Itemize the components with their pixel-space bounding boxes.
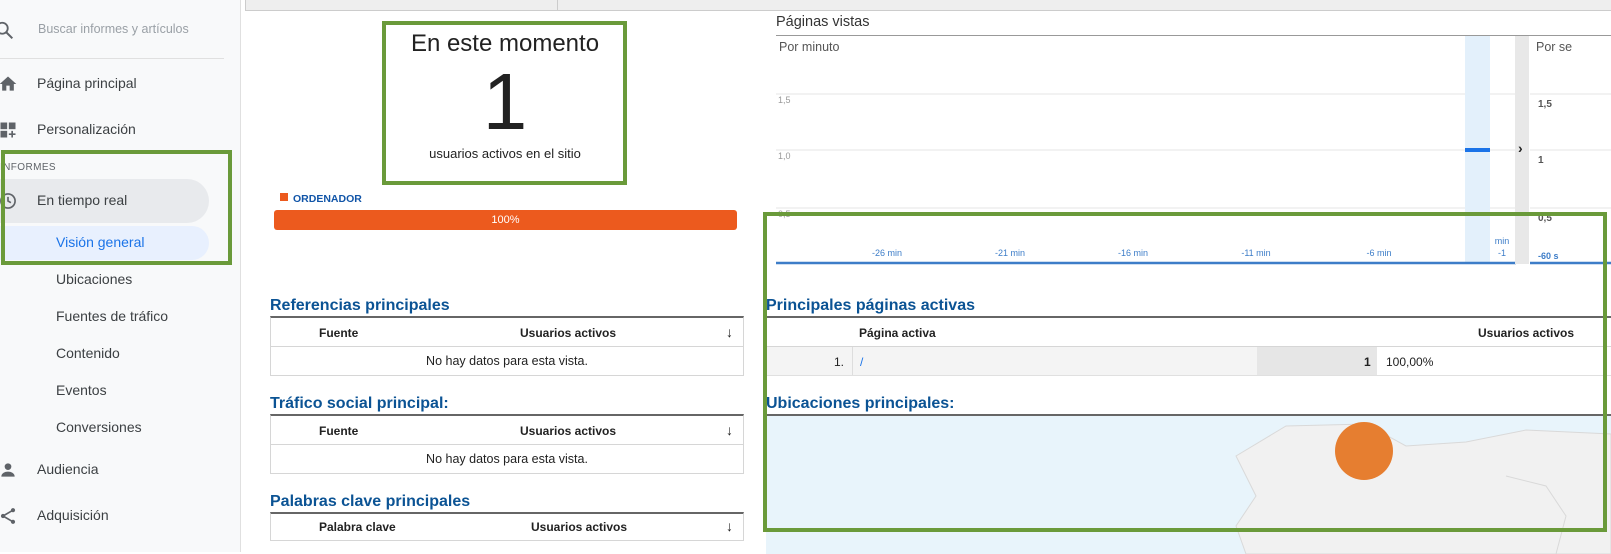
sidebar-item-acquisition[interactable]: Adquisición [0,496,220,536]
search-icon[interactable] [0,20,16,42]
referrals-table: Fuente Usuarios activos ↓ No hay datos p… [270,316,744,376]
sort-down-icon[interactable]: ↓ [726,422,733,438]
col-active-users[interactable]: Usuarios activos [520,326,616,340]
table-header: Fuente Usuarios activos ↓ [271,416,743,445]
home-icon [0,76,17,91]
active-users-count: 1 [482,57,528,146]
right-now-title: En este momento [410,30,600,57]
sort-down-icon[interactable]: ↓ [726,518,733,534]
sort-down-icon[interactable]: ↓ [726,324,733,340]
highlight-box-active-pages [763,212,1607,532]
chevron-right-icon[interactable]: › [1518,140,1523,156]
sidebar-item-traffic-sources[interactable]: Fuentes de tráfico [56,308,168,324]
sidebar-item-customization[interactable]: Personalización [0,110,220,150]
referrals-title: Referencias principales [270,297,450,314]
sidebar-divider [0,58,224,59]
device-legend-label: ORDENADOR [293,193,362,205]
person-icon [1,463,15,477]
sidebar-item-home[interactable]: Página principal [0,64,220,104]
pageviews-title: Páginas vistas [776,14,870,30]
top-toolbar [245,0,1611,11]
toolbar-divider [557,0,558,10]
sidebar-item-content[interactable]: Contenido [56,345,120,361]
col-source[interactable]: Fuente [319,424,358,438]
sidebar-item-events[interactable]: Eventos [56,382,107,398]
sidebar-item-locations[interactable]: Ubicaciones [56,271,132,287]
device-share-bar: 100% [274,210,737,230]
y-tick-label: 1 [1538,155,1544,166]
keywords-title: Palabras clave principales [270,493,471,510]
y-tick-label: 1,5 [1538,99,1552,110]
col-source[interactable]: Fuente [319,326,358,340]
sidebar-item-label: Página principal [37,75,137,91]
col-active-users[interactable]: Usuarios activos [520,424,616,438]
dashboard-icon [0,122,16,138]
social-title: Tráfico social principal: [270,395,449,412]
sidebar-item-label: Personalización [37,121,136,137]
sidebar-item-audience[interactable]: Audiencia [0,450,220,490]
search-input[interactable]: Buscar informes y artículos [38,22,189,36]
keywords-table: Palabra clave Usuarios activos ↓ [270,512,744,541]
device-legend-swatch [280,193,288,201]
sidebar: Buscar informes y artículos Página princ… [0,0,241,552]
sidebar-item-conversions[interactable]: Conversiones [56,419,142,435]
social-table: Fuente Usuarios activos ↓ No hay datos p… [270,414,744,474]
active-users-label: usuarios activos en el sitio [429,146,581,161]
highlight-box-realtime [1,150,232,265]
sidebar-item-label: Audiencia [37,461,99,477]
table-header: Fuente Usuarios activos ↓ [271,318,743,347]
bar-minus-1 [1465,148,1490,152]
empty-row: No hay datos para esta vista. [426,452,588,466]
empty-row: No hay datos para esta vista. [426,354,588,368]
y-tick-label: 1,0 [778,151,791,161]
table-header: Palabra clave Usuarios activos ↓ [271,514,743,541]
y-tick-label: 1,5 [778,95,791,105]
acquisition-icon [0,508,16,524]
col-keyword[interactable]: Palabra clave [319,520,396,534]
col-active-users[interactable]: Usuarios activos [531,520,627,534]
sidebar-item-label: Adquisición [37,507,109,523]
